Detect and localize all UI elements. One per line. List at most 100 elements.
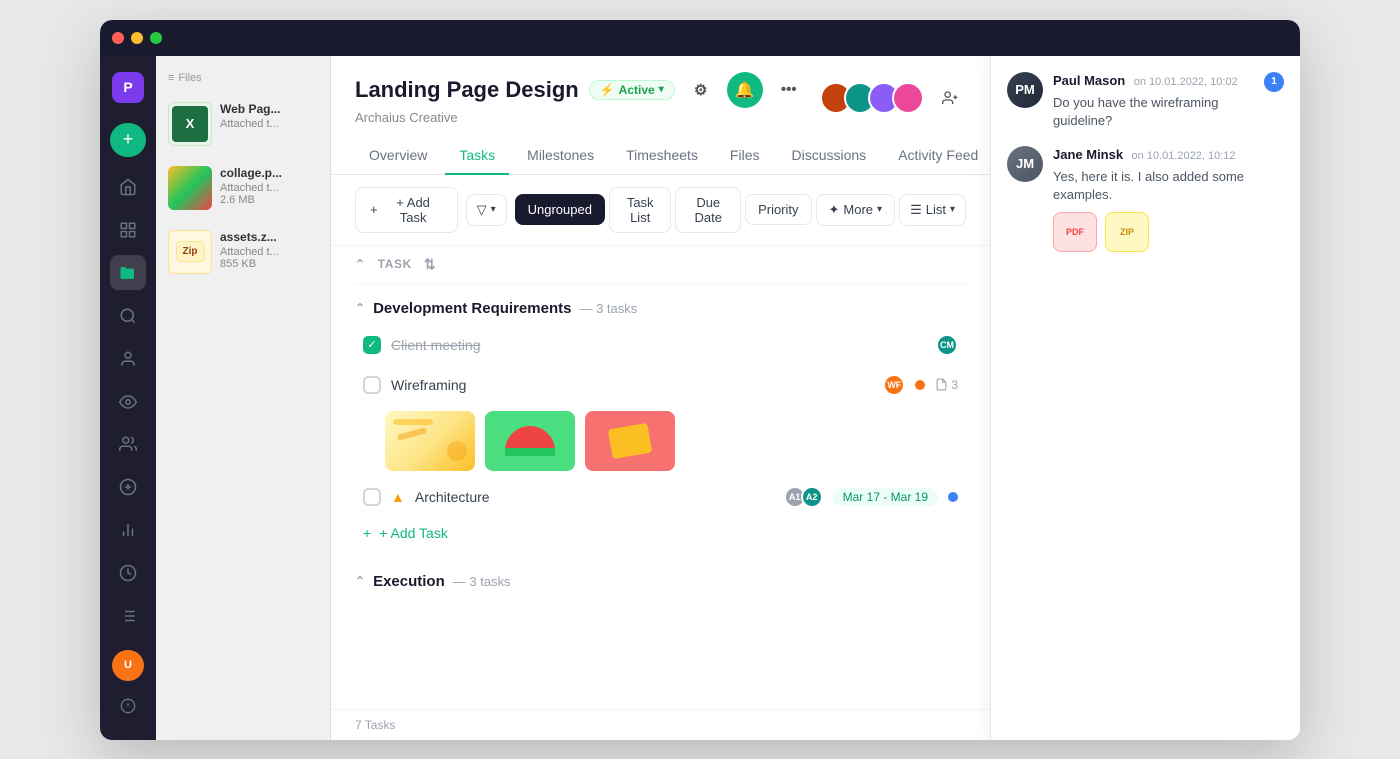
view-list-button[interactable]: ☰ List ▾ xyxy=(899,194,966,226)
task-priority-dot xyxy=(915,380,925,390)
active-icon: ⚡ xyxy=(600,83,615,97)
chat-avatar-paul: PM xyxy=(1007,72,1043,108)
add-task-row[interactable]: + + Add Task xyxy=(355,517,966,549)
attachment-red xyxy=(585,411,675,471)
project-title-area: Landing Page Design ⚡ Active ▾ ⚙ 🔔 ••• A… xyxy=(355,72,805,125)
chat-attachment-zip[interactable]: ZIP xyxy=(1105,212,1149,252)
sidebar-item-list[interactable] xyxy=(110,599,146,634)
task-avatars-wireframing: WF xyxy=(883,374,905,396)
priority-icon: ▲ xyxy=(391,489,405,505)
more-button[interactable]: ✦ More ▾ xyxy=(816,194,896,226)
sidebar-item-clock[interactable] xyxy=(110,556,146,591)
settings-icon: ✦ xyxy=(829,202,840,218)
sidebar-item-folder[interactable] xyxy=(110,255,146,290)
tab-tasks[interactable]: Tasks xyxy=(445,137,509,175)
group-collapse-icon[interactable]: ⌃ xyxy=(355,574,365,588)
due-date-button[interactable]: Due Date xyxy=(675,187,741,233)
file-item-webpage[interactable]: X Web Pag... Attached t... xyxy=(168,96,318,152)
settings-icon[interactable]: ⚙ xyxy=(685,74,717,106)
app-body: P + xyxy=(100,56,1300,740)
toolbar: + + Add Task ▽ ▾ Ungrouped Task List Due… xyxy=(331,175,990,246)
sidebar-item-search[interactable] xyxy=(110,298,146,333)
more-options-icon[interactable]: ••• xyxy=(773,74,805,106)
main-content: Landing Page Design ⚡ Active ▾ ⚙ 🔔 ••• A… xyxy=(331,56,990,740)
file-info-collage: collage.p... Attached t...2.6 MB xyxy=(220,166,318,206)
group-name-execution: Execution xyxy=(373,573,445,590)
notification-button[interactable]: 🔔 xyxy=(727,72,763,108)
tab-milestones[interactable]: Milestones xyxy=(513,137,608,175)
file-name-webpage: Web Pag... xyxy=(220,102,318,116)
sidebar-item-money[interactable] xyxy=(110,470,146,505)
sidebar-item-person[interactable] xyxy=(110,341,146,376)
file-name-collage: collage.p... xyxy=(220,166,318,180)
task-name-client-meeting: Client meeting xyxy=(391,337,926,353)
files-panel-header: ≡ Files xyxy=(168,72,318,84)
chat-time-paul: on 10.01.2022, 10:02 xyxy=(1134,76,1238,88)
tab-overview[interactable]: Overview xyxy=(355,137,441,175)
task-checkbox-wireframing[interactable] xyxy=(363,376,381,394)
group-collapse-icon[interactable]: ⌃ xyxy=(355,301,365,315)
tab-discussions[interactable]: Discussions xyxy=(777,137,880,175)
task-list-button[interactable]: Task List xyxy=(609,187,671,233)
ungrouped-button[interactable]: Ungrouped xyxy=(515,194,605,225)
task-count-development: — 3 tasks xyxy=(579,301,637,316)
sidebar-logo: P xyxy=(112,72,144,103)
sidebar-item-chart[interactable] xyxy=(110,212,146,247)
tab-files[interactable]: Files xyxy=(716,137,774,175)
chevron-down-icon: ▾ xyxy=(950,204,955,215)
task-avatars-architecture: A1 A2 xyxy=(784,486,823,508)
chat-unread-badge: 1 xyxy=(1264,72,1284,92)
sidebar-item-report[interactable] xyxy=(110,513,146,548)
attachments-row-wireframing xyxy=(355,405,966,477)
task-group-header-execution: ⌃ Execution — 3 tasks xyxy=(355,565,966,598)
task-avatar-2: A2 xyxy=(801,486,823,508)
project-header: Landing Page Design ⚡ Active ▾ ⚙ 🔔 ••• A… xyxy=(331,56,990,125)
header-actions xyxy=(820,82,966,114)
sidebar-item-home[interactable] xyxy=(110,169,146,204)
task-checkbox-architecture[interactable] xyxy=(363,488,381,506)
add-button[interactable]: + xyxy=(110,123,146,158)
chat-content-paul: Paul Mason on 10.01.2022, 10:02 Do you h… xyxy=(1053,72,1254,130)
sidebar-item-info[interactable] xyxy=(110,689,146,724)
task-group-execution: ⌃ Execution — 3 tasks xyxy=(355,565,966,598)
sidebar-item-people[interactable] xyxy=(110,427,146,462)
task-row-architecture[interactable]: ▲ Architecture A1 A2 Mar 17 - Mar 19 xyxy=(355,477,966,517)
task-group-header-development: ⌃ Development Requirements — 3 tasks xyxy=(355,292,966,325)
file-item-assets[interactable]: Zip assets.z... Attached t...855 KB xyxy=(168,224,318,280)
add-task-button[interactable]: + + Add Task xyxy=(355,187,458,233)
collapse-all-icon[interactable]: ⌃ xyxy=(355,257,366,271)
files-panel: ≡ Files X Web Pag... Attached t... colla… xyxy=(156,56,331,740)
task-name-wireframing: Wireframing xyxy=(391,377,873,393)
file-item-collage[interactable]: collage.p... Attached t...2.6 MB xyxy=(168,160,318,216)
task-count-execution: — 3 tasks xyxy=(453,574,511,589)
tab-activity-feed[interactable]: Activity Feed xyxy=(884,137,990,175)
plus-icon: + xyxy=(363,525,371,541)
task-row-wireframing[interactable]: Wireframing WF 3 xyxy=(355,365,966,405)
task-checkbox-client-meeting[interactable]: ✓ xyxy=(363,336,381,354)
tab-timesheets[interactable]: Timesheets xyxy=(612,137,712,175)
priority-button[interactable]: Priority xyxy=(745,194,811,225)
filter-button[interactable]: ▽ ▾ xyxy=(466,194,507,226)
minimize-dot[interactable] xyxy=(131,32,143,44)
file-meta-assets: Attached t...855 KB xyxy=(220,246,318,270)
file-thumb-collage xyxy=(168,166,212,210)
active-badge[interactable]: ⚡ Active ▾ xyxy=(589,80,675,100)
sidebar-user-avatar[interactable]: U xyxy=(112,650,144,681)
maximize-dot[interactable] xyxy=(150,32,162,44)
task-row-client-meeting[interactable]: ✓ Client meeting CM xyxy=(355,325,966,365)
task-area: ⌃ TASK ⇅ ⌃ Development Requirements — 3 … xyxy=(331,246,990,709)
task-avatars-client-meeting: CM xyxy=(936,334,958,356)
sort-icon[interactable]: ⇅ xyxy=(424,256,436,273)
file-meta-webpage: Attached t... xyxy=(220,118,318,130)
chat-time-jane: on 10.01.2022, 10:12 xyxy=(1132,150,1236,162)
sidebar-item-eye[interactable] xyxy=(110,384,146,419)
tabs: Overview Tasks Milestones Timesheets Fil… xyxy=(331,137,990,175)
file-info-assets: assets.z... Attached t...855 KB xyxy=(220,230,318,270)
file-meta-collage: Attached t...2.6 MB xyxy=(220,182,318,206)
close-dot[interactable] xyxy=(112,32,124,44)
add-member-icon[interactable] xyxy=(934,82,966,114)
chat-attachment-pdf[interactable]: PDF xyxy=(1053,212,1097,252)
task-avatar: CM xyxy=(936,334,958,356)
attachment-yellow xyxy=(385,411,475,471)
task-header-row: ⌃ TASK ⇅ xyxy=(355,246,966,284)
